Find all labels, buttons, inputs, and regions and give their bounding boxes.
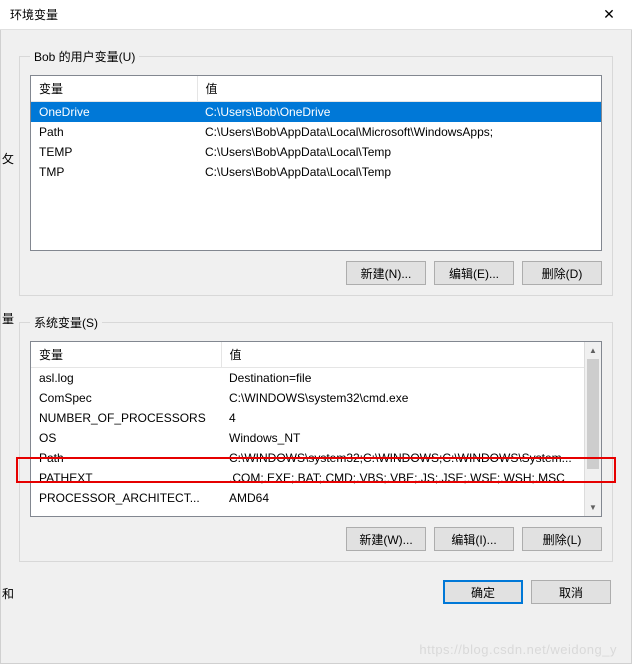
edge-text: 和 — [2, 585, 14, 602]
user-buttons-row: 新建(N)... 编辑(E)... 删除(D) — [30, 261, 602, 285]
new-user-var-button[interactable]: 新建(N)... — [346, 261, 426, 285]
dialog-body: 攵 量 和 Bob 的用户变量(U) 变量 值 OneDrive C:\User… — [0, 30, 632, 664]
user-variables-table-wrap[interactable]: 变量 值 OneDrive C:\Users\Bob\OneDrive Path… — [30, 75, 602, 251]
system-buttons-row: 新建(W)... 编辑(I)... 删除(L) — [30, 527, 602, 551]
system-variables-group: 系统变量(S) 变量 值 asl.log Destination=file — [19, 314, 613, 562]
table-row[interactable]: PROCESSOR_ARCHITECT... AMD64 — [31, 488, 584, 508]
var-value: C:\Users\Bob\AppData\Local\Microsoft\Win… — [197, 122, 601, 142]
var-name: TMP — [31, 162, 197, 182]
var-value: C:\Users\Bob\AppData\Local\Temp — [197, 142, 601, 162]
table-row[interactable]: OneDrive C:\Users\Bob\OneDrive — [31, 102, 601, 123]
var-value: C:\Users\Bob\AppData\Local\Temp — [197, 162, 601, 182]
var-name: Path — [31, 448, 221, 468]
var-name: PATHEXT — [31, 468, 221, 488]
table-row[interactable]: Path C:\WINDOWS\system32;C:\WINDOWS;C:\W… — [31, 448, 584, 468]
scrollbar[interactable]: ▲ ▼ — [584, 342, 601, 516]
close-button[interactable]: ✕ — [586, 0, 632, 30]
var-value: C:\Users\Bob\OneDrive — [197, 102, 601, 123]
user-variables-group: Bob 的用户变量(U) 变量 值 OneDrive C:\Users\Bob\… — [19, 48, 613, 296]
user-variables-legend: Bob 的用户变量(U) — [30, 48, 139, 65]
titlebar: 环境变量 ✕ — [0, 0, 632, 30]
close-icon: ✕ — [603, 6, 615, 23]
table-row[interactable]: TMP C:\Users\Bob\AppData\Local\Temp — [31, 162, 601, 182]
edit-sys-var-button[interactable]: 编辑(I)... — [434, 527, 514, 551]
col-header-value[interactable]: 值 — [221, 342, 584, 368]
ok-button[interactable]: 确定 — [443, 580, 523, 604]
var-value: .COM;.EXE;.BAT;.CMD;.VBS;.VBE;.JS;.JSE;.… — [221, 468, 584, 488]
system-variables-table-wrap[interactable]: 变量 值 asl.log Destination=file ComSpec C:… — [30, 341, 602, 517]
table-row[interactable]: NUMBER_OF_PROCESSORS 4 — [31, 408, 584, 428]
table-row[interactable]: OS Windows_NT — [31, 428, 584, 448]
var-value: C:\WINDOWS\system32\cmd.exe — [221, 388, 584, 408]
watermark: https://blog.csdn.net/weidong_y — [419, 642, 617, 657]
window-title: 环境变量 — [10, 6, 58, 23]
table-row[interactable]: ComSpec C:\WINDOWS\system32\cmd.exe — [31, 388, 584, 408]
col-header-variable[interactable]: 变量 — [31, 342, 221, 368]
delete-user-var-button[interactable]: 删除(D) — [522, 261, 602, 285]
table-row[interactable]: Path C:\Users\Bob\AppData\Local\Microsof… — [31, 122, 601, 142]
var-value: C:\WINDOWS\system32;C:\WINDOWS;C:\WINDOW… — [221, 448, 584, 468]
system-variables-table: 变量 值 asl.log Destination=file ComSpec C:… — [31, 342, 584, 508]
col-header-value[interactable]: 值 — [197, 76, 601, 102]
var-value: Windows_NT — [221, 428, 584, 448]
var-name: TEMP — [31, 142, 197, 162]
table-row[interactable]: asl.log Destination=file — [31, 368, 584, 389]
var-name: OS — [31, 428, 221, 448]
dialog-buttons-row: 确定 取消 — [19, 580, 613, 604]
var-value: Destination=file — [221, 368, 584, 389]
var-value: AMD64 — [221, 488, 584, 508]
edge-text: 量 — [2, 310, 14, 327]
scroll-up-icon[interactable]: ▲ — [585, 342, 601, 359]
delete-sys-var-button[interactable]: 删除(L) — [522, 527, 602, 551]
edge-text: 攵 — [2, 150, 14, 167]
var-name: ComSpec — [31, 388, 221, 408]
edit-user-var-button[interactable]: 编辑(E)... — [434, 261, 514, 285]
var-name: PROCESSOR_ARCHITECT... — [31, 488, 221, 508]
scroll-thumb[interactable] — [587, 359, 599, 469]
table-row[interactable]: TEMP C:\Users\Bob\AppData\Local\Temp — [31, 142, 601, 162]
new-sys-var-button[interactable]: 新建(W)... — [346, 527, 426, 551]
col-header-variable[interactable]: 变量 — [31, 76, 197, 102]
var-name: Path — [31, 122, 197, 142]
var-name: asl.log — [31, 368, 221, 389]
system-variables-legend: 系统变量(S) — [30, 314, 102, 331]
user-variables-table: 变量 值 OneDrive C:\Users\Bob\OneDrive Path… — [31, 76, 601, 182]
cancel-button[interactable]: 取消 — [531, 580, 611, 604]
scroll-down-icon[interactable]: ▼ — [585, 499, 601, 516]
system-table-outer: 变量 值 asl.log Destination=file ComSpec C:… — [30, 341, 602, 517]
var-value: 4 — [221, 408, 584, 428]
table-row[interactable]: PATHEXT .COM;.EXE;.BAT;.CMD;.VBS;.VBE;.J… — [31, 468, 584, 488]
var-name: OneDrive — [31, 102, 197, 123]
var-name: NUMBER_OF_PROCESSORS — [31, 408, 221, 428]
